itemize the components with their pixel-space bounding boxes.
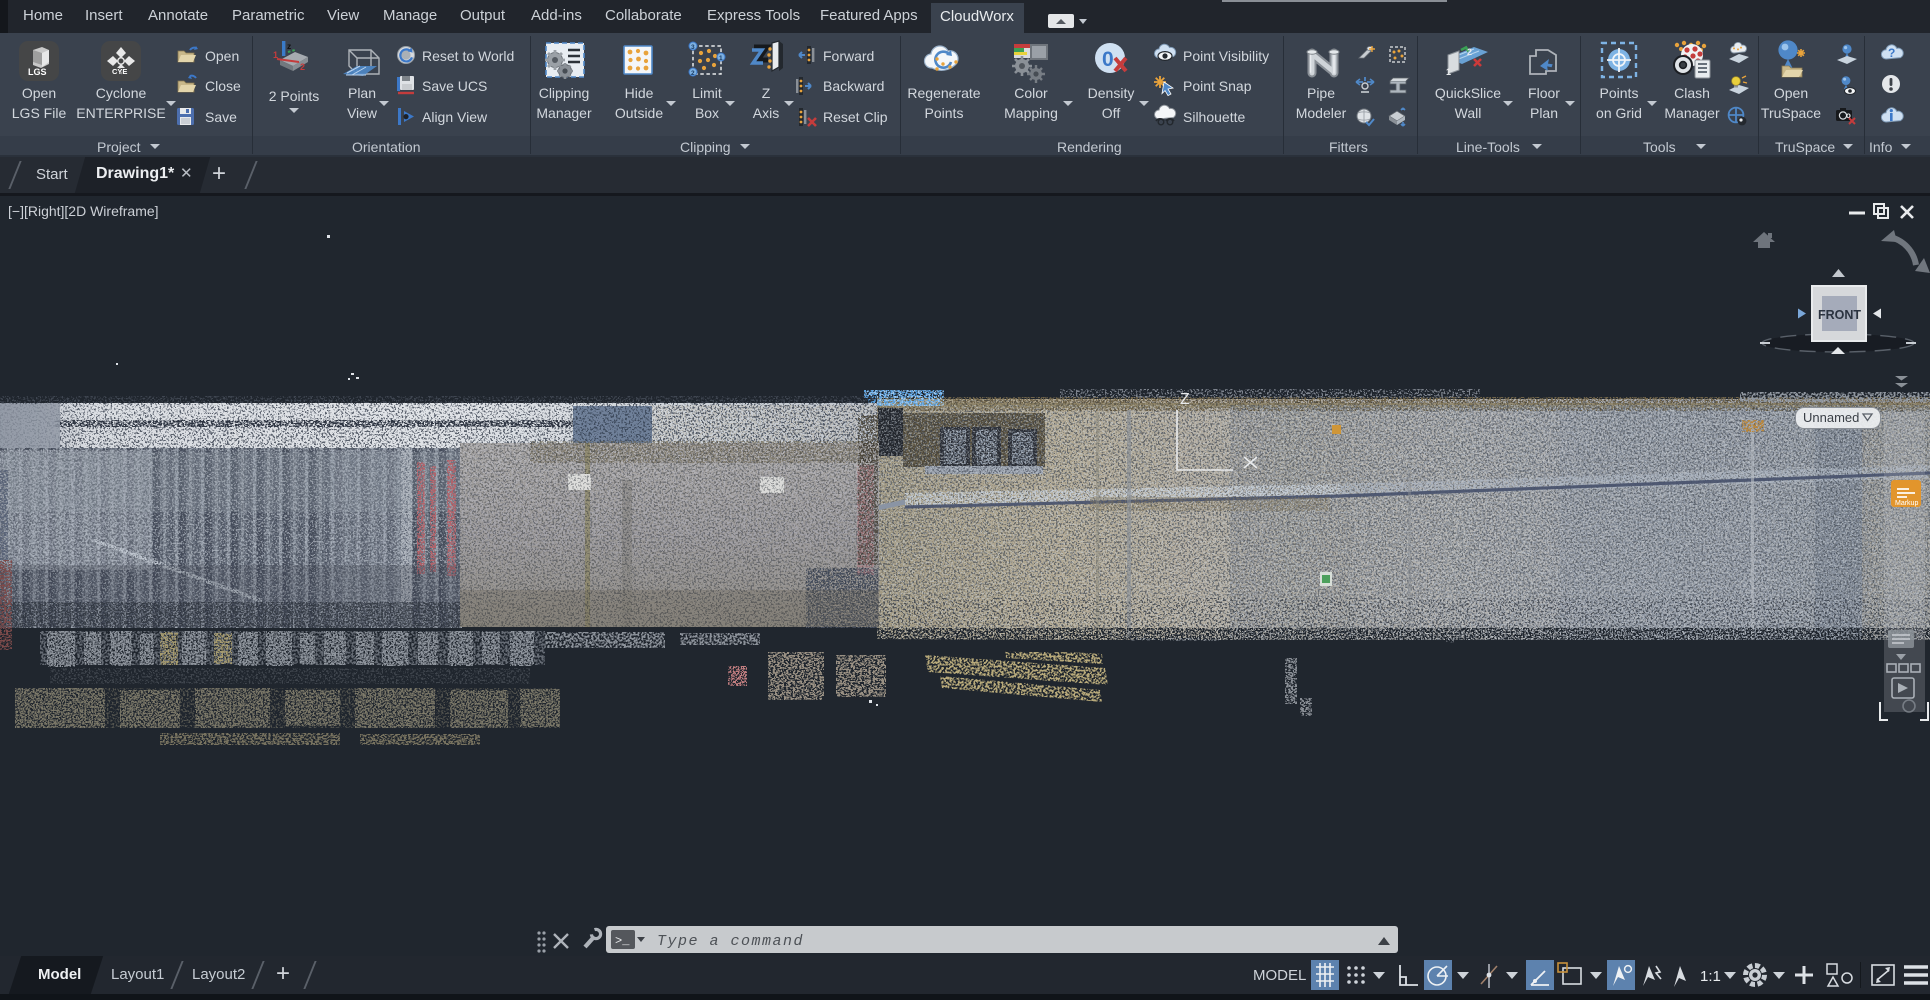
svg-text:CYE: CYE — [112, 67, 127, 76]
svg-text:0: 0 — [1102, 48, 1114, 71]
svg-text:2: 2 — [1467, 47, 1472, 57]
svg-text:1: 1 — [273, 50, 278, 60]
svg-text:1:1: 1:1 — [1700, 968, 1721, 985]
svg-text:Type a command: Type a command — [657, 933, 804, 950]
svg-text:FRONT: FRONT — [1818, 308, 1861, 322]
svg-text:1: 1 — [1446, 67, 1451, 77]
svg-text:?: ? — [1888, 46, 1895, 60]
svg-text:2: 2 — [691, 70, 695, 77]
svg-text:Z: Z — [1180, 391, 1190, 408]
svg-text:z: z — [287, 41, 291, 51]
svg-text:3: 3 — [691, 44, 695, 51]
svg-text:LGS: LGS — [28, 67, 47, 77]
svg-text:2: 2 — [300, 62, 305, 72]
svg-text:Markup: Markup — [1895, 500, 1918, 507]
svg-text:>_: >_ — [615, 934, 630, 948]
svg-text:1: 1 — [719, 55, 723, 62]
